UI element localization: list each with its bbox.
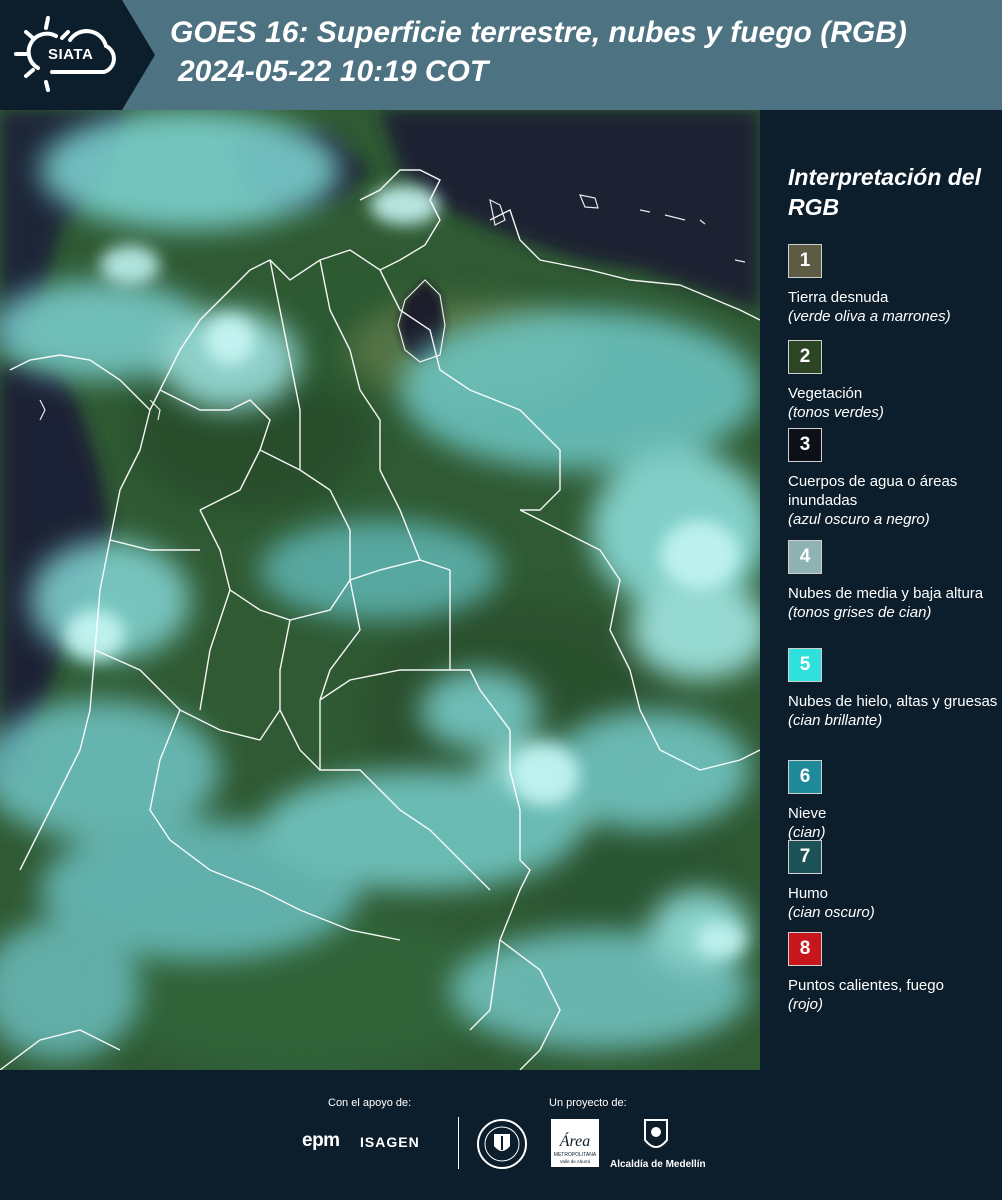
header: SIATA GOES 16: Superficie terrestre, nub…	[0, 0, 1002, 110]
legend-swatch: 8	[788, 932, 822, 966]
legend-hint: (cian oscuro)	[788, 904, 875, 921]
page-title: GOES 16: Superficie terrestre, nubes y f…	[170, 16, 907, 49]
legend-hint: (azul oscuro a negro)	[788, 511, 930, 528]
legend-label: Tierra desnuda	[788, 289, 889, 306]
legend-item: 7 Humo (cian oscuro)	[788, 840, 998, 922]
amva-logo-sub: METROPOLITANA	[554, 1152, 597, 1158]
legend-label: Vegetación	[788, 385, 863, 402]
legend-label: Puntos calientes, fuego	[788, 977, 944, 994]
legend-label: Nubes de media y baja altura	[788, 585, 984, 602]
legend-item: 8 Puntos calientes, fuego (rojo)	[788, 932, 998, 1014]
legend-item: 6 Nieve (cian)	[788, 760, 998, 842]
legend-item: 4 Nubes de media y baja altura (tonos gris…	[788, 540, 998, 622]
legend-swatch: 1	[788, 244, 822, 278]
legend-swatch: 5	[788, 648, 822, 682]
legend-item: 1 Tierra desnuda (verde oliva a marrones)	[788, 244, 998, 326]
legend-swatch: 4	[788, 540, 822, 574]
legend-label: Nubes de hielo, altas y gruesas	[788, 693, 998, 710]
legend-title: Interpretación del RGB	[788, 164, 981, 220]
project-label: Un proyecto de:	[549, 1097, 627, 1109]
legend-item: 3 Cuerpos de agua o áreas inundadas (azul …	[788, 428, 998, 529]
legend-panel: Interpretación del RGB 1 Tierra desnuda (v…	[760, 110, 1002, 1070]
legend-hint: (cian brillante)	[788, 712, 883, 729]
legend-item: 5 Nubes de hielo, altas y gruesas (cian br…	[788, 648, 998, 730]
legend-hint: (tonos verdes)	[788, 404, 884, 421]
legend-swatch: 3	[788, 428, 822, 462]
legend-hint: (verde oliva a marrones)	[788, 308, 951, 325]
legend-swatch: 7	[788, 840, 822, 874]
university-seal-icon	[477, 1119, 527, 1169]
epm-logo: epm	[302, 1130, 340, 1151]
amva-logo-sub2: Valle de Aburrá	[560, 1159, 591, 1164]
coat-of-arms-icon	[644, 1119, 668, 1148]
satellite-image	[0, 110, 760, 1070]
legend-label: Nieve	[788, 805, 827, 822]
legend-item: 2 Vegetación (tonos verdes)	[788, 340, 998, 422]
area-metropolitana-logo: Área METROPOLITANA Valle de Aburrá	[550, 1118, 600, 1173]
legend-label: Humo	[788, 885, 829, 902]
satellite-map	[0, 110, 760, 1070]
isagen-logo: ISAGEN	[360, 1134, 420, 1150]
page-timestamp: 2024-05-22 10:19 COT	[178, 55, 489, 88]
legend-hint: (tonos grises de cian)	[788, 604, 932, 621]
legend-label: Cuerpos de agua o áreas inundadas	[788, 473, 958, 509]
area-metropolitana-icon: Área METROPOLITANA Valle de Aburrá	[551, 1119, 599, 1167]
alcaldia-logo-text: Alcaldía de Medellín	[610, 1159, 706, 1170]
legend-hint: (rojo)	[788, 996, 824, 1013]
support-label: Con el apoyo de:	[328, 1097, 412, 1109]
footer-divider	[458, 1117, 459, 1169]
legend-swatch: 6	[788, 760, 822, 794]
legend-swatch: 2	[788, 340, 822, 374]
amva-logo-word: Área	[559, 1131, 591, 1150]
siata-logo-text: SIATA	[48, 46, 94, 63]
footer: Con el apoyo de: Un proyecto de: epm ISA…	[0, 1070, 1002, 1200]
